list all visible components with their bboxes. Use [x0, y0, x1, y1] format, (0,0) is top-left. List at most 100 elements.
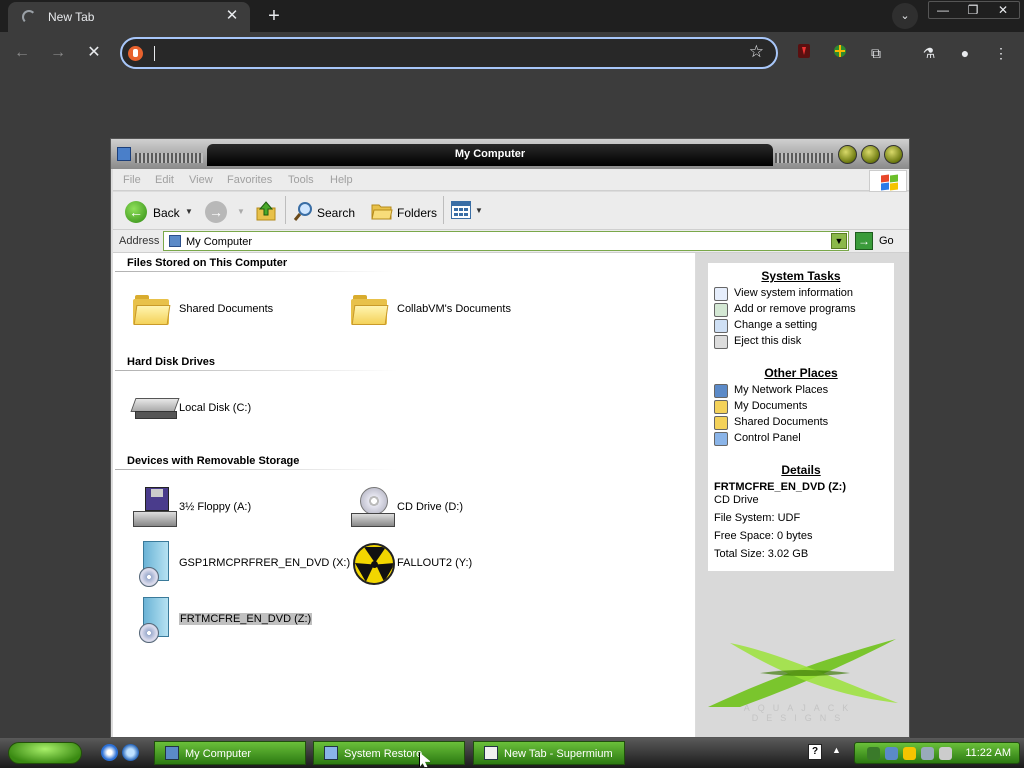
internet-explorer-icon[interactable]: [101, 744, 118, 761]
tray-network-icon[interactable]: [867, 747, 880, 760]
other-places-heading[interactable]: Other Places: [708, 366, 894, 380]
taskbar-item-supermium[interactable]: New Tab - Supermium: [473, 741, 625, 765]
media-player-icon[interactable]: [122, 744, 139, 761]
menu-file[interactable]: File: [123, 174, 141, 186]
item-shared-documents[interactable]: Shared Documents: [125, 287, 345, 335]
group-title-files-stored: Files Stored on This Computer: [127, 257, 288, 269]
loading-spinner-icon: [22, 10, 36, 24]
task-change-setting[interactable]: Change a setting: [734, 319, 817, 331]
folder-icon: [351, 295, 389, 325]
task-view-system-information[interactable]: View system information: [734, 287, 853, 299]
item-label: FALLOUT2 (Y:): [397, 557, 473, 569]
back-dropdown-icon[interactable]: ▼: [185, 207, 193, 216]
views-dropdown-icon[interactable]: ▼: [475, 206, 483, 215]
task-panel: System Tasks View system information Add…: [708, 263, 894, 571]
item-fallout2-y[interactable]: FALLOUT2 (Y:): [343, 541, 563, 589]
start-button[interactable]: [8, 742, 82, 764]
close-orb-icon[interactable]: [884, 145, 903, 164]
control-panel-setting-icon: [714, 319, 728, 333]
browser-menu-icon[interactable]: ⋮: [991, 43, 1011, 63]
aquajack-brand-text: AQUAJACK DESIGNS: [743, 703, 857, 723]
my-computer-icon[interactable]: [117, 147, 131, 161]
extensions-puzzle-icon[interactable]: ⧉: [866, 43, 886, 63]
profile-avatar-icon[interactable]: ●: [955, 43, 975, 63]
hard-disk-icon: [130, 398, 180, 420]
item-local-disk-c[interactable]: Local Disk (C:): [125, 386, 345, 434]
details-name: FRTMCFRE_EN_DVD (Z:): [714, 481, 846, 493]
radiation-disc-icon: [353, 543, 395, 585]
security-shield-icon[interactable]: [903, 747, 916, 760]
item-collabvm-documents[interactable]: CollabVM's Documents: [343, 287, 563, 335]
maximize-orb-icon[interactable]: [861, 145, 880, 164]
forward-dropdown-icon[interactable]: ▼: [237, 207, 245, 216]
search-magnifier-icon: [293, 200, 315, 222]
minimize-orb-icon[interactable]: [838, 145, 857, 164]
floppy-drive-icon: [133, 487, 177, 531]
item-dvd-x[interactable]: GSP1RMCPRFRER_EN_DVD (X:): [125, 541, 350, 589]
task-eject-disk[interactable]: Eject this disk: [734, 335, 801, 347]
help-icon[interactable]: ?: [808, 744, 822, 760]
task-add-remove-programs[interactable]: Add or remove programs: [734, 303, 856, 315]
menu-edit[interactable]: Edit: [155, 174, 174, 186]
menu-tools[interactable]: Tools: [288, 174, 314, 186]
search-button[interactable]: Search: [291, 197, 361, 225]
item-label-selected: FRTMCFRE_EN_DVD (Z:): [179, 613, 313, 625]
taskbar-clock[interactable]: 11:22 AM: [965, 747, 1011, 759]
volume-icon[interactable]: [939, 747, 952, 760]
extension-globe-icon[interactable]: [830, 43, 850, 63]
address-dropdown-icon[interactable]: ▼: [831, 233, 847, 249]
maximize-button[interactable]: ❐: [958, 0, 988, 20]
group-title-hard-disks: Hard Disk Drives: [127, 356, 216, 368]
labs-flask-icon[interactable]: ⚗: [919, 43, 939, 63]
up-folder-icon[interactable]: [255, 200, 277, 222]
tray-globe-icon[interactable]: [885, 747, 898, 760]
taskbar-item-system-restore[interactable]: System Restore: [313, 741, 465, 765]
stop-loading-icon[interactable]: ✕: [81, 40, 107, 66]
back-arrow-icon[interactable]: ←: [9, 40, 35, 66]
place-my-documents[interactable]: My Documents: [734, 400, 807, 412]
system-tasks-heading[interactable]: System Tasks: [708, 269, 894, 283]
go-arrow-icon[interactable]: →: [855, 232, 873, 250]
menu-help[interactable]: Help: [330, 174, 353, 186]
details-heading[interactable]: Details: [708, 463, 894, 477]
tab-close-icon[interactable]: ✕: [222, 6, 242, 26]
item-cd-drive-d[interactable]: CD Drive (D:): [343, 485, 563, 533]
place-shared-documents[interactable]: Shared Documents: [734, 416, 828, 428]
views-grid-icon[interactable]: [451, 201, 471, 219]
browser-tab[interactable]: New Tab ✕: [8, 2, 250, 32]
menu-favorites[interactable]: Favorites: [227, 174, 272, 186]
tab-search-chevron-icon[interactable]: ⌄: [892, 3, 918, 29]
title-plate: My Computer: [207, 144, 773, 166]
cd-drive-icon: [351, 487, 395, 531]
new-tab-button[interactable]: +: [262, 4, 286, 28]
details-file-system: File System: UDF: [714, 512, 801, 524]
site-info-icon[interactable]: [128, 46, 143, 61]
place-control-panel[interactable]: Control Panel: [734, 432, 801, 444]
address-field[interactable]: My Computer ▼: [163, 231, 849, 251]
browser-toolbar: ← → ✕ ☆ ⧉ ⚗ ● ⋮: [0, 32, 1024, 74]
dvd-drive-icon: [139, 597, 171, 643]
place-my-network-places[interactable]: My Network Places: [734, 384, 828, 396]
forward-arrow-icon[interactable]: →: [45, 40, 71, 66]
address-omnibox[interactable]: ☆: [120, 37, 778, 69]
window-titlebar[interactable]: My Computer: [111, 139, 909, 169]
item-floppy-a[interactable]: 3½ Floppy (A:): [125, 485, 345, 533]
tray-connection-icon[interactable]: [921, 747, 934, 760]
close-window-button[interactable]: ✕: [988, 0, 1018, 20]
details-total-size: Total Size: 3.02 GB: [714, 548, 809, 560]
folders-button[interactable]: Folders: [369, 197, 439, 225]
extension-red-icon[interactable]: [794, 43, 814, 63]
bookmark-star-icon[interactable]: ☆: [749, 42, 764, 62]
details-type: CD Drive: [714, 494, 759, 506]
tray-expand-chevron-icon[interactable]: ▲: [832, 745, 841, 755]
go-button[interactable]: Go: [879, 235, 894, 247]
search-label: Search: [317, 206, 356, 220]
menu-view[interactable]: View: [189, 174, 213, 186]
my-computer-small-icon: [169, 235, 181, 247]
group-divider: [115, 370, 397, 371]
forward-disabled-arrow-icon[interactable]: →: [205, 201, 227, 223]
taskbar-item-my-computer[interactable]: My Computer: [154, 741, 306, 765]
tab-title: New Tab: [48, 10, 95, 24]
minimize-button[interactable]: —: [928, 0, 958, 20]
item-dvd-z[interactable]: FRTMCFRE_EN_DVD (Z:): [125, 597, 345, 645]
